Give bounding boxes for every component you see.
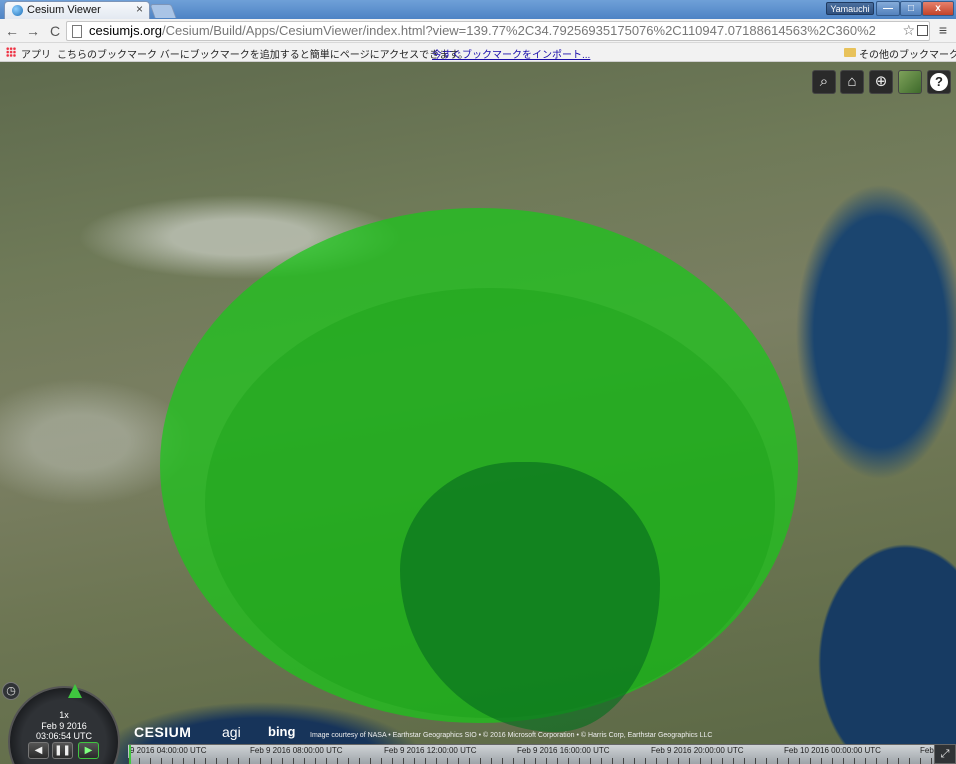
other-bookmarks-button[interactable]: その他のブックマーク	[859, 46, 956, 61]
animation-time: 03:06:54 UTC	[35, 731, 93, 741]
browser-toolbar: ← → C cesiumjs.org/Cesium/Build/Apps/Ces…	[0, 19, 956, 43]
bookmarks-bar: アプリ こちらのブックマーク バーにブックマークを追加すると簡単にページにアクセ…	[0, 43, 956, 62]
timeline-label: Feb 9 2016 20:00:00 UTC	[651, 746, 744, 755]
play-button[interactable]: ▶	[78, 742, 99, 759]
clock-icon[interactable]: ◷	[2, 682, 20, 700]
timeline-label: Feb 9 2016 12:00:00 UTC	[384, 746, 477, 755]
browser-menu-icon[interactable]: ≡	[936, 22, 950, 38]
bing-logo[interactable]: bing	[268, 724, 295, 739]
animation-date: Feb 9 2016	[41, 721, 87, 731]
apps-link[interactable]: アプリ	[21, 46, 51, 61]
help-icon: ?	[930, 73, 948, 91]
import-bookmarks-link[interactable]: 今すぐブックマークをインポート...	[432, 46, 590, 61]
base-layer-picker-button[interactable]	[898, 70, 922, 94]
folder-icon	[844, 48, 856, 57]
scene-mode-picker-globe-icon[interactable]: ⊕	[869, 70, 893, 94]
agi-logo[interactable]: agi	[222, 724, 241, 740]
maximize-button[interactable]: □	[900, 1, 922, 16]
navigation-help-button[interactable]: ?	[927, 70, 951, 94]
geocoder-search-button[interactable]: ⌕	[812, 70, 836, 94]
timeline-needle[interactable]	[129, 745, 131, 764]
timeline-label: 9 2016 04:00:00 UTC	[130, 746, 207, 755]
url-text[interactable]: cesiumjs.org/Cesium/Build/Apps/CesiumVie…	[89, 23, 876, 38]
timeline-label: Feb 9 2016 08:00:00 UTC	[250, 746, 343, 755]
forward-button[interactable]: →	[24, 22, 42, 40]
fullscreen-icon[interactable]: ⤢	[934, 744, 956, 764]
tab-close-icon[interactable]: ×	[136, 2, 143, 16]
timeline[interactable]: 9 2016 04:00:00 UTC Feb 9 2016 08:00:00 …	[128, 744, 934, 764]
tab-title: Cesium Viewer	[27, 4, 101, 16]
reverse-button[interactable]: ◀	[28, 742, 49, 759]
browser-titlebar: Cesium Viewer × Yamauchi — □ x	[0, 0, 956, 19]
bookmark-star-icon[interactable]: ☆	[902, 22, 915, 39]
extension-icon[interactable]	[917, 25, 928, 36]
timeline-label: Feb 9 2016 16:00:00 UTC	[517, 746, 610, 755]
cesium-favicon-icon	[12, 5, 23, 16]
timeline-label: Feb 10 2016 00:00:00 UTC	[784, 746, 881, 755]
profile-button[interactable]: Yamauchi	[826, 2, 874, 15]
url-host: cesiumjs.org	[89, 23, 162, 38]
address-bar[interactable]: cesiumjs.org/Cesium/Build/Apps/CesiumVie…	[66, 21, 930, 41]
apps-grid-icon[interactable]	[6, 47, 16, 57]
imagery-credit-text: Image courtesy of NASA • Earthstar Geogr…	[310, 732, 713, 739]
cesium-logo[interactable]: CESIUM	[134, 724, 191, 740]
minimize-button[interactable]: —	[876, 1, 900, 16]
url-path: /Cesium/Build/Apps/CesiumViewer/index.ht…	[161, 23, 876, 38]
bookmarks-hint: こちらのブックマーク バーにブックマークを追加すると簡単にページにアクセスできま…	[57, 50, 469, 61]
animation-widget: ◷ 1x Feb 9 2016 03:06:54 UTC ◀ ❚❚ ▶	[0, 674, 128, 764]
reload-button[interactable]: C	[46, 22, 64, 40]
close-window-button[interactable]: x	[922, 1, 954, 16]
back-button[interactable]: ←	[3, 22, 21, 40]
tab-cesium-viewer[interactable]: Cesium Viewer ×	[4, 1, 150, 19]
cesium-map-canvas[interactable]: ⌕ ⌂ ⊕ ? ◷ 1x Feb 9 2016 03:06:54 UTC ◀ ❚…	[0, 62, 956, 764]
new-tab-button[interactable]	[149, 4, 177, 18]
shuttle-ring-needle-icon[interactable]	[68, 684, 82, 698]
animation-speed: 1x	[59, 710, 69, 720]
pause-button[interactable]: ❚❚	[52, 742, 73, 759]
timeline-label: Feb	[920, 746, 934, 755]
page-icon	[72, 25, 82, 38]
home-button[interactable]: ⌂	[840, 70, 864, 94]
timeline-ticks	[128, 758, 934, 764]
